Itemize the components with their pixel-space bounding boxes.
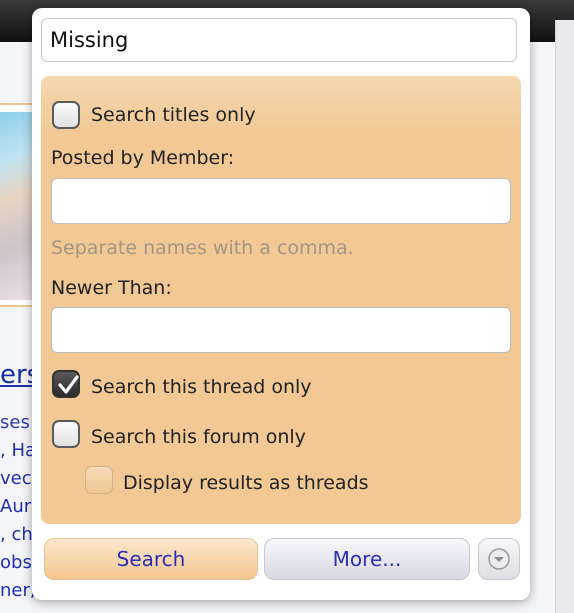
thread-only-label: Search this thread only bbox=[91, 376, 312, 398]
forum-link-fragment[interactable]: obs bbox=[0, 552, 32, 573]
checkmark-icon bbox=[58, 375, 79, 394]
page-scrollbar[interactable] bbox=[555, 20, 574, 613]
display-threads-checkbox[interactable] bbox=[85, 466, 113, 494]
forum-only-label: Search this forum only bbox=[91, 426, 306, 448]
forum-link-fragment[interactable]: ses bbox=[0, 412, 30, 433]
quick-search-popup: Search titles only Posted by Member: Sep… bbox=[32, 8, 530, 600]
search-button[interactable]: Search bbox=[44, 538, 258, 580]
search-query-input[interactable] bbox=[41, 18, 517, 62]
forum-link-fragment[interactable]: vec bbox=[0, 468, 32, 489]
forum-only-checkbox[interactable] bbox=[52, 420, 80, 448]
forum-link-fragment[interactable]: Aur bbox=[0, 496, 31, 517]
more-options-button[interactable]: More... bbox=[264, 538, 470, 580]
user-avatar-image bbox=[0, 112, 34, 300]
search-options-panel: Search titles only Posted by Member: Sep… bbox=[41, 76, 521, 524]
forum-link-fragment[interactable]: , Ha bbox=[0, 440, 36, 461]
forum-link-fragment[interactable]: , ch bbox=[0, 524, 33, 545]
display-threads-label: Display results as threads bbox=[123, 472, 369, 494]
options-dropdown-button[interactable] bbox=[478, 538, 520, 580]
chevron-down-icon bbox=[488, 548, 510, 570]
posted-by-hint: Separate names with a comma. bbox=[51, 237, 354, 259]
forum-link-fragment[interactable]: ner, bbox=[0, 580, 36, 601]
titles-only-label: Search titles only bbox=[91, 104, 256, 126]
posted-by-member-input[interactable] bbox=[51, 178, 511, 224]
newer-than-input[interactable] bbox=[51, 307, 511, 353]
thread-only-checkbox[interactable] bbox=[52, 370, 80, 398]
posted-by-label: Posted by Member: bbox=[51, 147, 235, 169]
newer-than-label: Newer Than: bbox=[51, 277, 172, 299]
titles-only-checkbox[interactable] bbox=[52, 101, 80, 129]
